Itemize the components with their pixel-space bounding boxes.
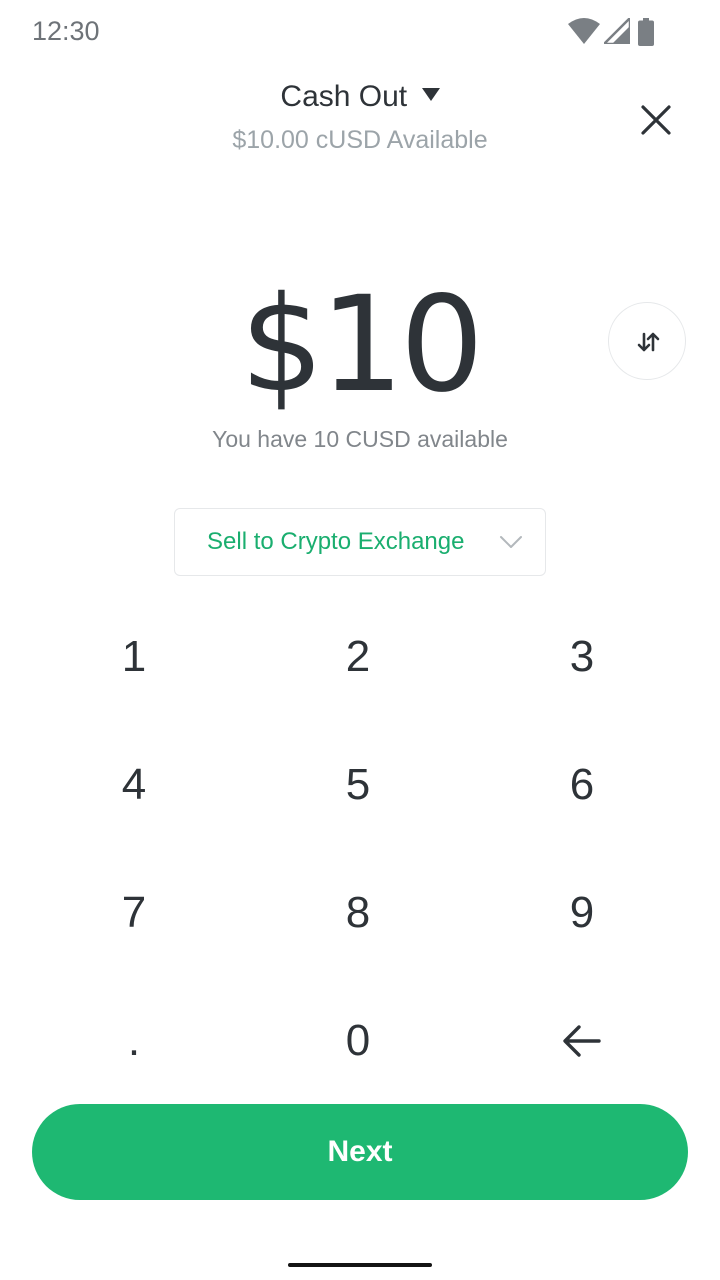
status-time: 12:30 — [32, 16, 100, 46]
key-1[interactable]: 1 — [34, 602, 234, 712]
close-icon[interactable] — [632, 96, 680, 144]
backspace-button[interactable] — [482, 986, 682, 1096]
key-5[interactable]: 5 — [258, 730, 458, 840]
key-3[interactable]: 3 — [482, 602, 682, 712]
status-bar: 12:30 — [0, 0, 720, 64]
next-button[interactable]: Next — [32, 1104, 688, 1200]
available-amount-text: You have 10 CUSD available — [212, 426, 508, 452]
wifi-icon — [568, 18, 600, 44]
key-4[interactable]: 4 — [34, 730, 234, 840]
key-6[interactable]: 6 — [482, 730, 682, 840]
key-8[interactable]: 8 — [258, 858, 458, 968]
caret-down-icon[interactable] — [421, 88, 440, 102]
key-7[interactable]: 7 — [34, 858, 234, 968]
home-indicator — [288, 1263, 432, 1267]
key-0[interactable]: 0 — [258, 986, 458, 1096]
page-title[interactable]: Cash Out — [280, 80, 407, 114]
swap-arrows-icon[interactable] — [635, 329, 661, 355]
cash-out-method-label: Sell to Crypto Exchange — [207, 528, 465, 555]
key-2[interactable]: 2 — [258, 602, 458, 712]
available-balance-subtitle: $10.00 cUSD Available — [232, 126, 488, 154]
cellular-signal-icon — [604, 18, 630, 44]
battery-icon — [638, 18, 654, 46]
cash-out-method-select[interactable]: Sell to Crypto Exchange — [174, 508, 546, 576]
backspace-arrow-icon[interactable] — [562, 1024, 602, 1058]
key-decimal[interactable]: . — [34, 986, 234, 1096]
chevron-down-icon — [500, 536, 522, 548]
header-title-row[interactable]: Cash Out — [0, 80, 720, 114]
close-button[interactable] — [632, 96, 680, 144]
swap-currency-button[interactable] — [608, 302, 686, 380]
key-9[interactable]: 9 — [482, 858, 682, 968]
